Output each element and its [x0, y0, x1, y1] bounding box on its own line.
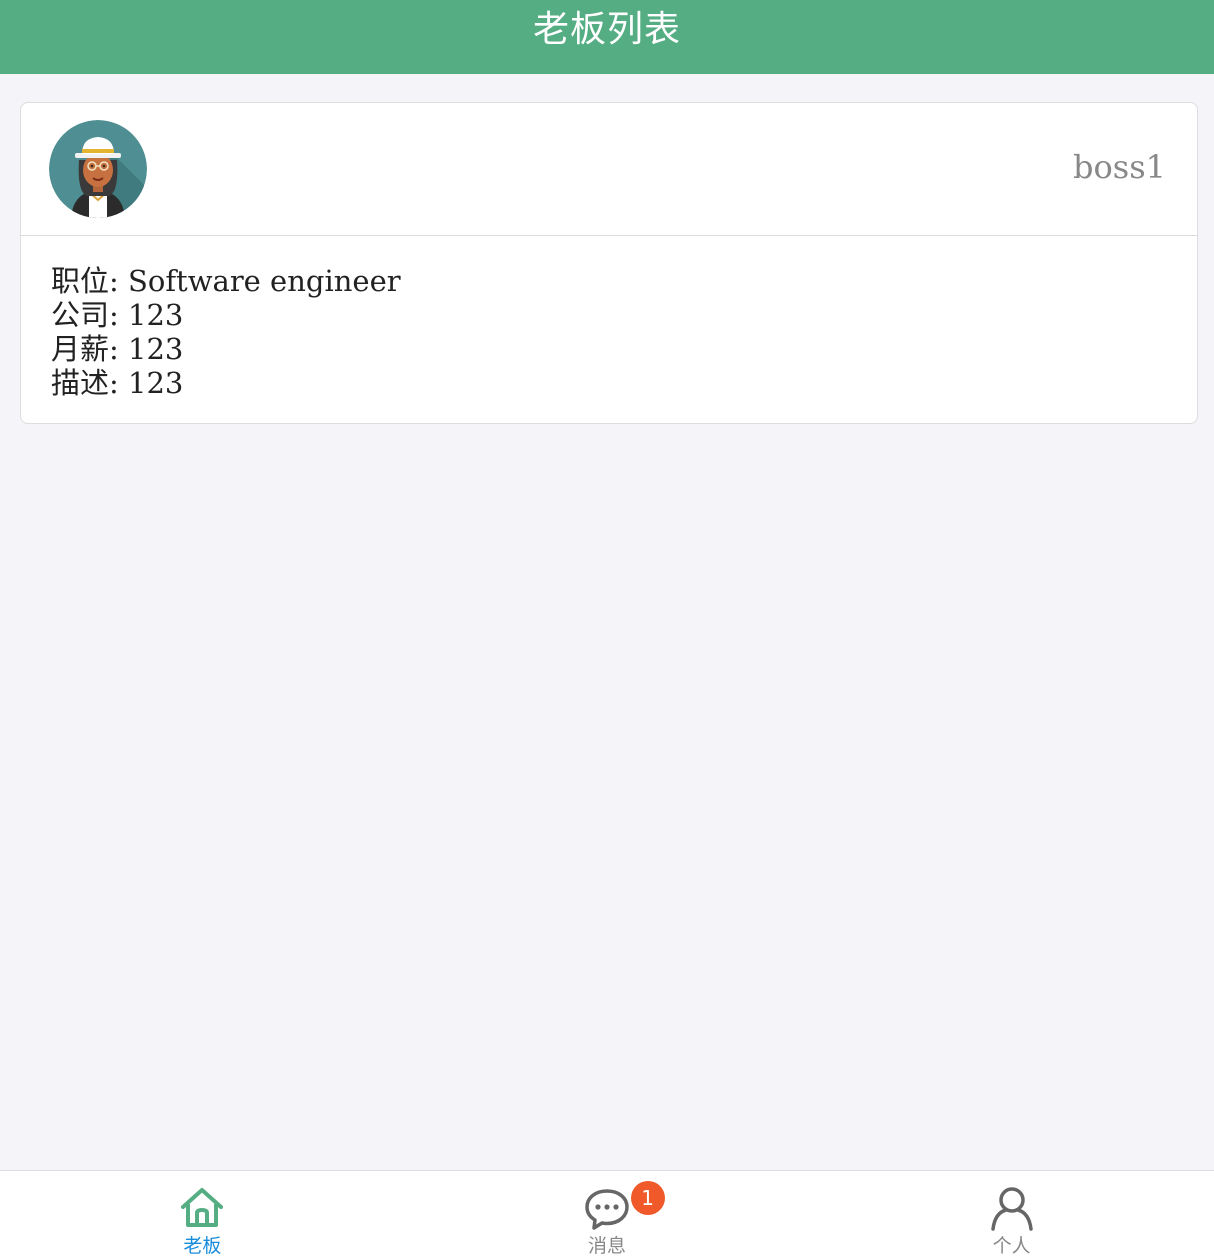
tab-boss-label: 老板	[183, 1235, 222, 1257]
tab-personal[interactable]: 个人	[809, 1171, 1214, 1260]
user-icon	[990, 1187, 1033, 1231]
home-icon	[181, 1188, 224, 1227]
boss-card-body: 职位: Software engineer 公司: 123 月薪: 123 描述…	[21, 236, 1197, 400]
salary-line: 月薪: 123	[51, 332, 184, 366]
boss-card-header[interactable]: boss1	[21, 103, 1197, 236]
unread-badge: 1	[630, 1181, 665, 1215]
navbar: 老板列表	[0, 0, 1214, 74]
avatar-woman-hat-icon	[49, 120, 147, 218]
tab-messages-label: 消息	[588, 1235, 627, 1257]
company-line: 公司: 123	[51, 298, 184, 332]
description-line: 描述: 123	[51, 366, 184, 400]
tab-personal-label: 个人	[992, 1235, 1031, 1257]
tab-bar: 老板 消息 1 个人	[0, 1170, 1214, 1260]
boss-name: boss1	[1073, 148, 1166, 186]
boss-card[interactable]: boss1 职位: Software engineer 公司: 123 月薪: …	[20, 102, 1198, 424]
tab-messages[interactable]: 消息 1	[405, 1171, 810, 1260]
page-title: 老板列表	[532, 9, 681, 50]
job-title-line: 职位: Software engineer	[51, 264, 401, 298]
tab-boss[interactable]: 老板	[0, 1171, 405, 1260]
chat-bubble-icon	[585, 1189, 629, 1230]
